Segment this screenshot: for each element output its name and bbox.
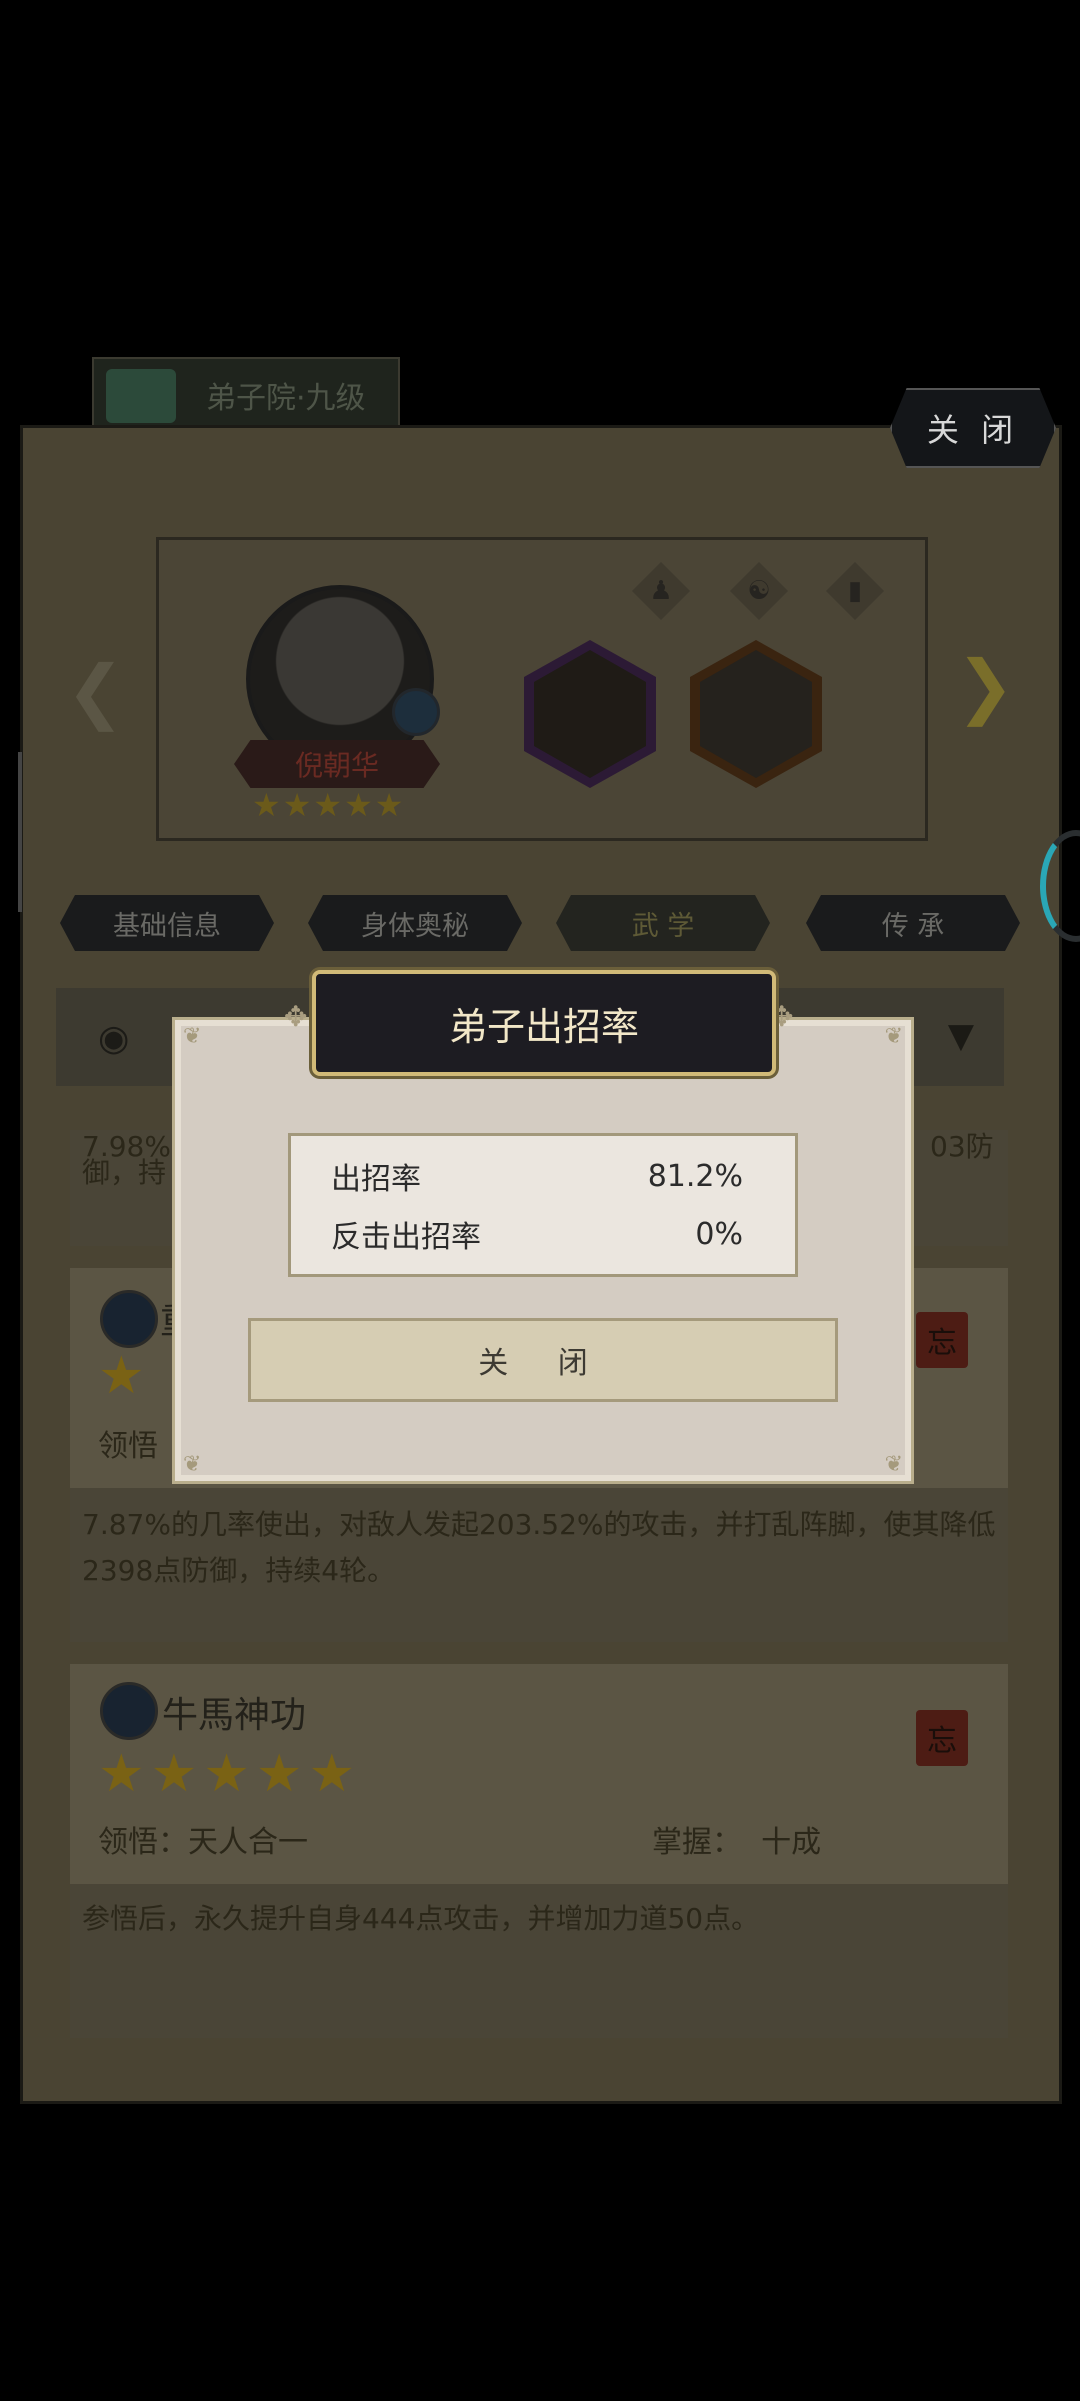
counter-rate-value: 0% [695, 1216, 743, 1252]
element-gem-icon [392, 688, 440, 736]
skill-description: 参悟后，永久提升自身444点攻击，并增加力道50点。 [82, 1902, 760, 1935]
skill-partial-suffix: 03防 [930, 1130, 994, 1163]
dorm-label: 弟子院·九级 [206, 381, 366, 416]
corner-ornament-icon: ❦ [884, 1452, 903, 1477]
skill-stars: ★ [98, 1346, 151, 1406]
skill-name: 牛馬神功 [162, 1695, 307, 1736]
rate-box: 出招率 81.2% 反击出招率 0% [288, 1133, 798, 1277]
dorm-badge-icon [106, 369, 176, 423]
tab-inheritance[interactable]: 传 承 [806, 895, 1020, 951]
skill-mastery: 掌握： 十成 [652, 1825, 822, 1860]
dorm-tag: 弟子院·九级 [92, 357, 400, 435]
title-wing-left-icon: ✥ [284, 1000, 308, 1033]
chevron-right-icon[interactable]: ❯ [956, 645, 1015, 727]
chevron-left-icon[interactable]: ❮ [66, 650, 125, 732]
skill-icon [100, 1682, 158, 1740]
tab-basic-info[interactable]: 基础信息 [60, 895, 274, 951]
forget-seal-button[interactable]: 忘 [916, 1312, 968, 1368]
corner-ornament-icon: ❦ [884, 1024, 903, 1049]
dialog-close-button[interactable]: 关 闭 [248, 1318, 838, 1402]
rate-label: 出招率 [331, 1162, 421, 1197]
skill-partial-desc: 御，持 [82, 1156, 167, 1189]
rate-row: 反击出招率 0% [331, 1206, 743, 1262]
skill-insight-label: 领悟 [98, 1429, 158, 1464]
corner-ornament-icon: ❦ [183, 1452, 202, 1477]
skill-stars: ★★★★★ [98, 1744, 362, 1804]
counter-rate-label: 反击出招率 [331, 1220, 481, 1255]
skill-insight: 领悟：天人合一 [98, 1825, 308, 1860]
corner-ornament-icon: ❦ [183, 1024, 202, 1049]
rate-row: 出招率 81.2% [331, 1148, 743, 1204]
skill-description: 7.87%的几率使出，对敌人发起203.52%的攻击，并打乱阵脚，使其降低239… [82, 1508, 996, 1587]
tab-body-secrets[interactable]: 身体奥秘 [308, 895, 522, 951]
hero-name: 倪朝华 [234, 740, 440, 788]
scroll-indicator [18, 752, 22, 912]
dialog-title: 弟子出招率 [312, 970, 776, 1076]
close-panel-button[interactable]: 关 闭 [890, 388, 1056, 468]
triangle-down-icon[interactable]: ▼ [948, 1016, 974, 1056]
skill-icon [100, 1290, 158, 1348]
tab-martial-arts[interactable]: 武 学 [556, 895, 770, 951]
forget-seal-button[interactable]: 忘 [916, 1710, 968, 1766]
rate-value: 81.2% [647, 1158, 743, 1194]
hero-stars: ★★★★★ [252, 786, 406, 824]
eye-icon[interactable]: ◉ [98, 1018, 129, 1059]
